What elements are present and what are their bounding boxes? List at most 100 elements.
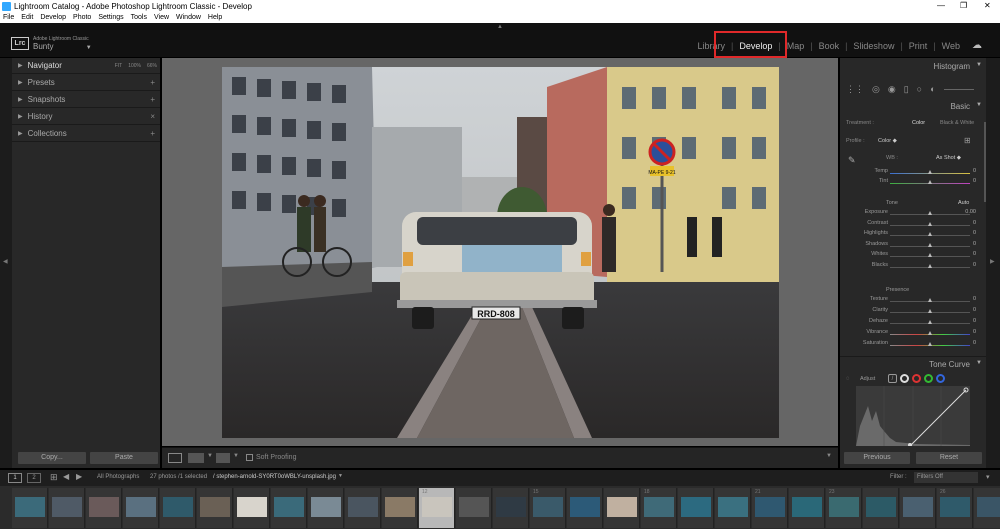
source-label[interactable]: All Photographs	[97, 474, 139, 480]
zoom-66[interactable]: 66%	[147, 63, 157, 69]
slider-knob[interactable]	[927, 320, 932, 324]
add-collection-icon[interactable]: +	[150, 129, 155, 138]
tone-curve-header[interactable]: Tone Curve ▼	[840, 360, 986, 369]
menu-view[interactable]: View	[154, 14, 169, 21]
slider-knob[interactable]	[927, 232, 932, 236]
before-after-icon[interactable]	[188, 453, 204, 463]
chevron-down-icon[interactable]: ▼	[207, 453, 213, 459]
snapshots-header[interactable]: ▶ Snapshots +	[12, 92, 160, 108]
tone-curve-graph[interactable]	[856, 386, 970, 446]
red-eye-icon[interactable]: ◉	[888, 84, 896, 95]
graduated-filter-icon[interactable]: ▯	[904, 84, 909, 95]
filmstrip-thumbnail[interactable]	[715, 488, 751, 528]
slider-vibrance[interactable]: Vibrance 0	[840, 329, 986, 339]
navigator-header[interactable]: ▶ Navigator FIT 100% 66%	[12, 58, 160, 74]
slider-saturation[interactable]: Saturation 0	[840, 340, 986, 350]
filmstrip-thumbnail[interactable]	[271, 488, 307, 528]
grid-view-icon[interactable]: ⊞	[50, 472, 58, 483]
curve-target-icon[interactable]: ◌	[846, 376, 850, 382]
slider-knob[interactable]	[927, 170, 932, 174]
filmstrip-thumbnail[interactable]: 26	[937, 488, 973, 528]
maximize-button[interactable]: ❐	[960, 0, 967, 12]
zoom-fit[interactable]: FIT	[115, 63, 123, 69]
module-print[interactable]: Print	[903, 41, 934, 51]
wb-eyedropper-icon[interactable]: ✎	[848, 155, 856, 166]
window-2-button[interactable]: 2	[27, 473, 41, 483]
filmstrip-thumbnail[interactable]	[900, 488, 936, 528]
previous-button[interactable]: Previous	[844, 452, 910, 464]
cloud-icon[interactable]: ☁	[972, 40, 982, 51]
add-preset-icon[interactable]: +	[150, 78, 155, 87]
slider-value[interactable]: 0	[973, 251, 976, 257]
history-header[interactable]: ▶ History ×	[12, 109, 160, 125]
filter-dropdown[interactable]: Filters Off	[914, 472, 978, 483]
filmstrip-thumbnail[interactable]	[123, 488, 159, 528]
clear-history-icon[interactable]: ×	[150, 112, 155, 121]
close-button[interactable]: ✕	[984, 0, 991, 12]
slider-value[interactable]: 0	[973, 241, 976, 247]
collapse-right-icon[interactable]: ▶	[990, 258, 995, 265]
filmstrip-thumbnail[interactable]	[160, 488, 196, 528]
slider-value[interactable]: 0	[973, 230, 976, 236]
filmstrip-thumbnail[interactable]	[308, 488, 344, 528]
collapse-top-icon[interactable]: ▲	[497, 24, 503, 30]
slider-value[interactable]: 0	[973, 220, 976, 226]
filmstrip-thumbnail[interactable]: 18	[641, 488, 677, 528]
slider-value[interactable]: 0.00	[965, 209, 976, 215]
filmstrip-thumbnail[interactable]	[382, 488, 418, 528]
radial-filter-icon[interactable]: ○	[917, 84, 922, 94]
red-channel-icon[interactable]	[912, 374, 921, 383]
module-web[interactable]: Web	[936, 41, 966, 51]
panel-scrollbar[interactable]	[984, 122, 986, 202]
filmstrip-thumbnail[interactable]	[493, 488, 529, 528]
reset-button[interactable]: Reset	[916, 452, 982, 464]
filmstrip-thumbnail[interactable]: 23	[826, 488, 862, 528]
treatment-bw[interactable]: Black & White	[940, 120, 974, 126]
filmstrip-thumbnail[interactable]: 15	[530, 488, 566, 528]
slider-highlights[interactable]: Highlights 0	[840, 230, 986, 240]
filmstrip-thumbnail[interactable]	[974, 488, 1000, 528]
selected-file-name[interactable]: / stephen-arnold-SY0RT0oWBLY-unsplash.jp…	[213, 474, 336, 480]
crop-grid-icon[interactable]: ⋮⋮	[846, 84, 864, 95]
soft-proofing-checkbox[interactable]	[246, 454, 253, 461]
brush-icon[interactable]: ◐	[930, 84, 935, 94]
slider-shadows[interactable]: Shadows 0	[840, 241, 986, 251]
profile-browser-icon[interactable]: ⊞	[964, 136, 971, 145]
menu-develop[interactable]: Develop	[40, 14, 66, 21]
filmstrip-thumbnail[interactable]	[863, 488, 899, 528]
slider-knob[interactable]	[927, 342, 932, 346]
blue-channel-icon[interactable]	[936, 374, 945, 383]
slider-whites[interactable]: Whites 0	[840, 251, 986, 261]
paste-button[interactable]: Paste	[90, 452, 158, 464]
menu-help[interactable]: Help	[208, 14, 222, 21]
module-book[interactable]: Book	[813, 41, 846, 51]
spot-heal-icon[interactable]: ◎	[872, 84, 880, 95]
yy-view-icon[interactable]	[216, 453, 230, 463]
slider-contrast[interactable]: Contrast 0	[840, 220, 986, 230]
slider-temp[interactable]: Temp 0	[840, 168, 986, 178]
menu-tools[interactable]: Tools	[131, 14, 147, 21]
rgb-channel-icon[interactable]	[900, 374, 909, 383]
presets-header[interactable]: ▶ Presets +	[12, 75, 160, 91]
slider-knob[interactable]	[927, 253, 932, 257]
filmstrip-thumbnail[interactable]	[86, 488, 122, 528]
collapse-left-icon[interactable]: ◀	[3, 258, 8, 265]
slider-value[interactable]: 0	[973, 296, 976, 302]
slider-clarity[interactable]: Clarity 0	[840, 307, 986, 317]
add-snapshot-icon[interactable]: +	[150, 95, 155, 104]
slider-knob[interactable]	[927, 331, 932, 335]
module-slideshow[interactable]: Slideshow	[847, 41, 900, 51]
slider-exposure[interactable]: Exposure 0.00	[840, 209, 986, 219]
slider-knob[interactable]	[927, 298, 932, 302]
forward-arrow-icon[interactable]: ▶	[76, 472, 82, 481]
loupe-view-icon[interactable]	[168, 453, 182, 463]
profile-dropdown[interactable]: Color ◆	[878, 138, 897, 144]
filmstrip-thumbnail[interactable]	[234, 488, 270, 528]
filmstrip-thumbnail[interactable]	[567, 488, 603, 528]
filmstrip-thumbnail[interactable]	[12, 488, 48, 528]
slider-knob[interactable]	[927, 211, 932, 215]
filmstrip-thumbnail[interactable]	[456, 488, 492, 528]
slider-value[interactable]: 0	[973, 307, 976, 313]
filmstrip-thumbnail[interactable]	[197, 488, 233, 528]
menu-window[interactable]: Window	[176, 14, 201, 21]
